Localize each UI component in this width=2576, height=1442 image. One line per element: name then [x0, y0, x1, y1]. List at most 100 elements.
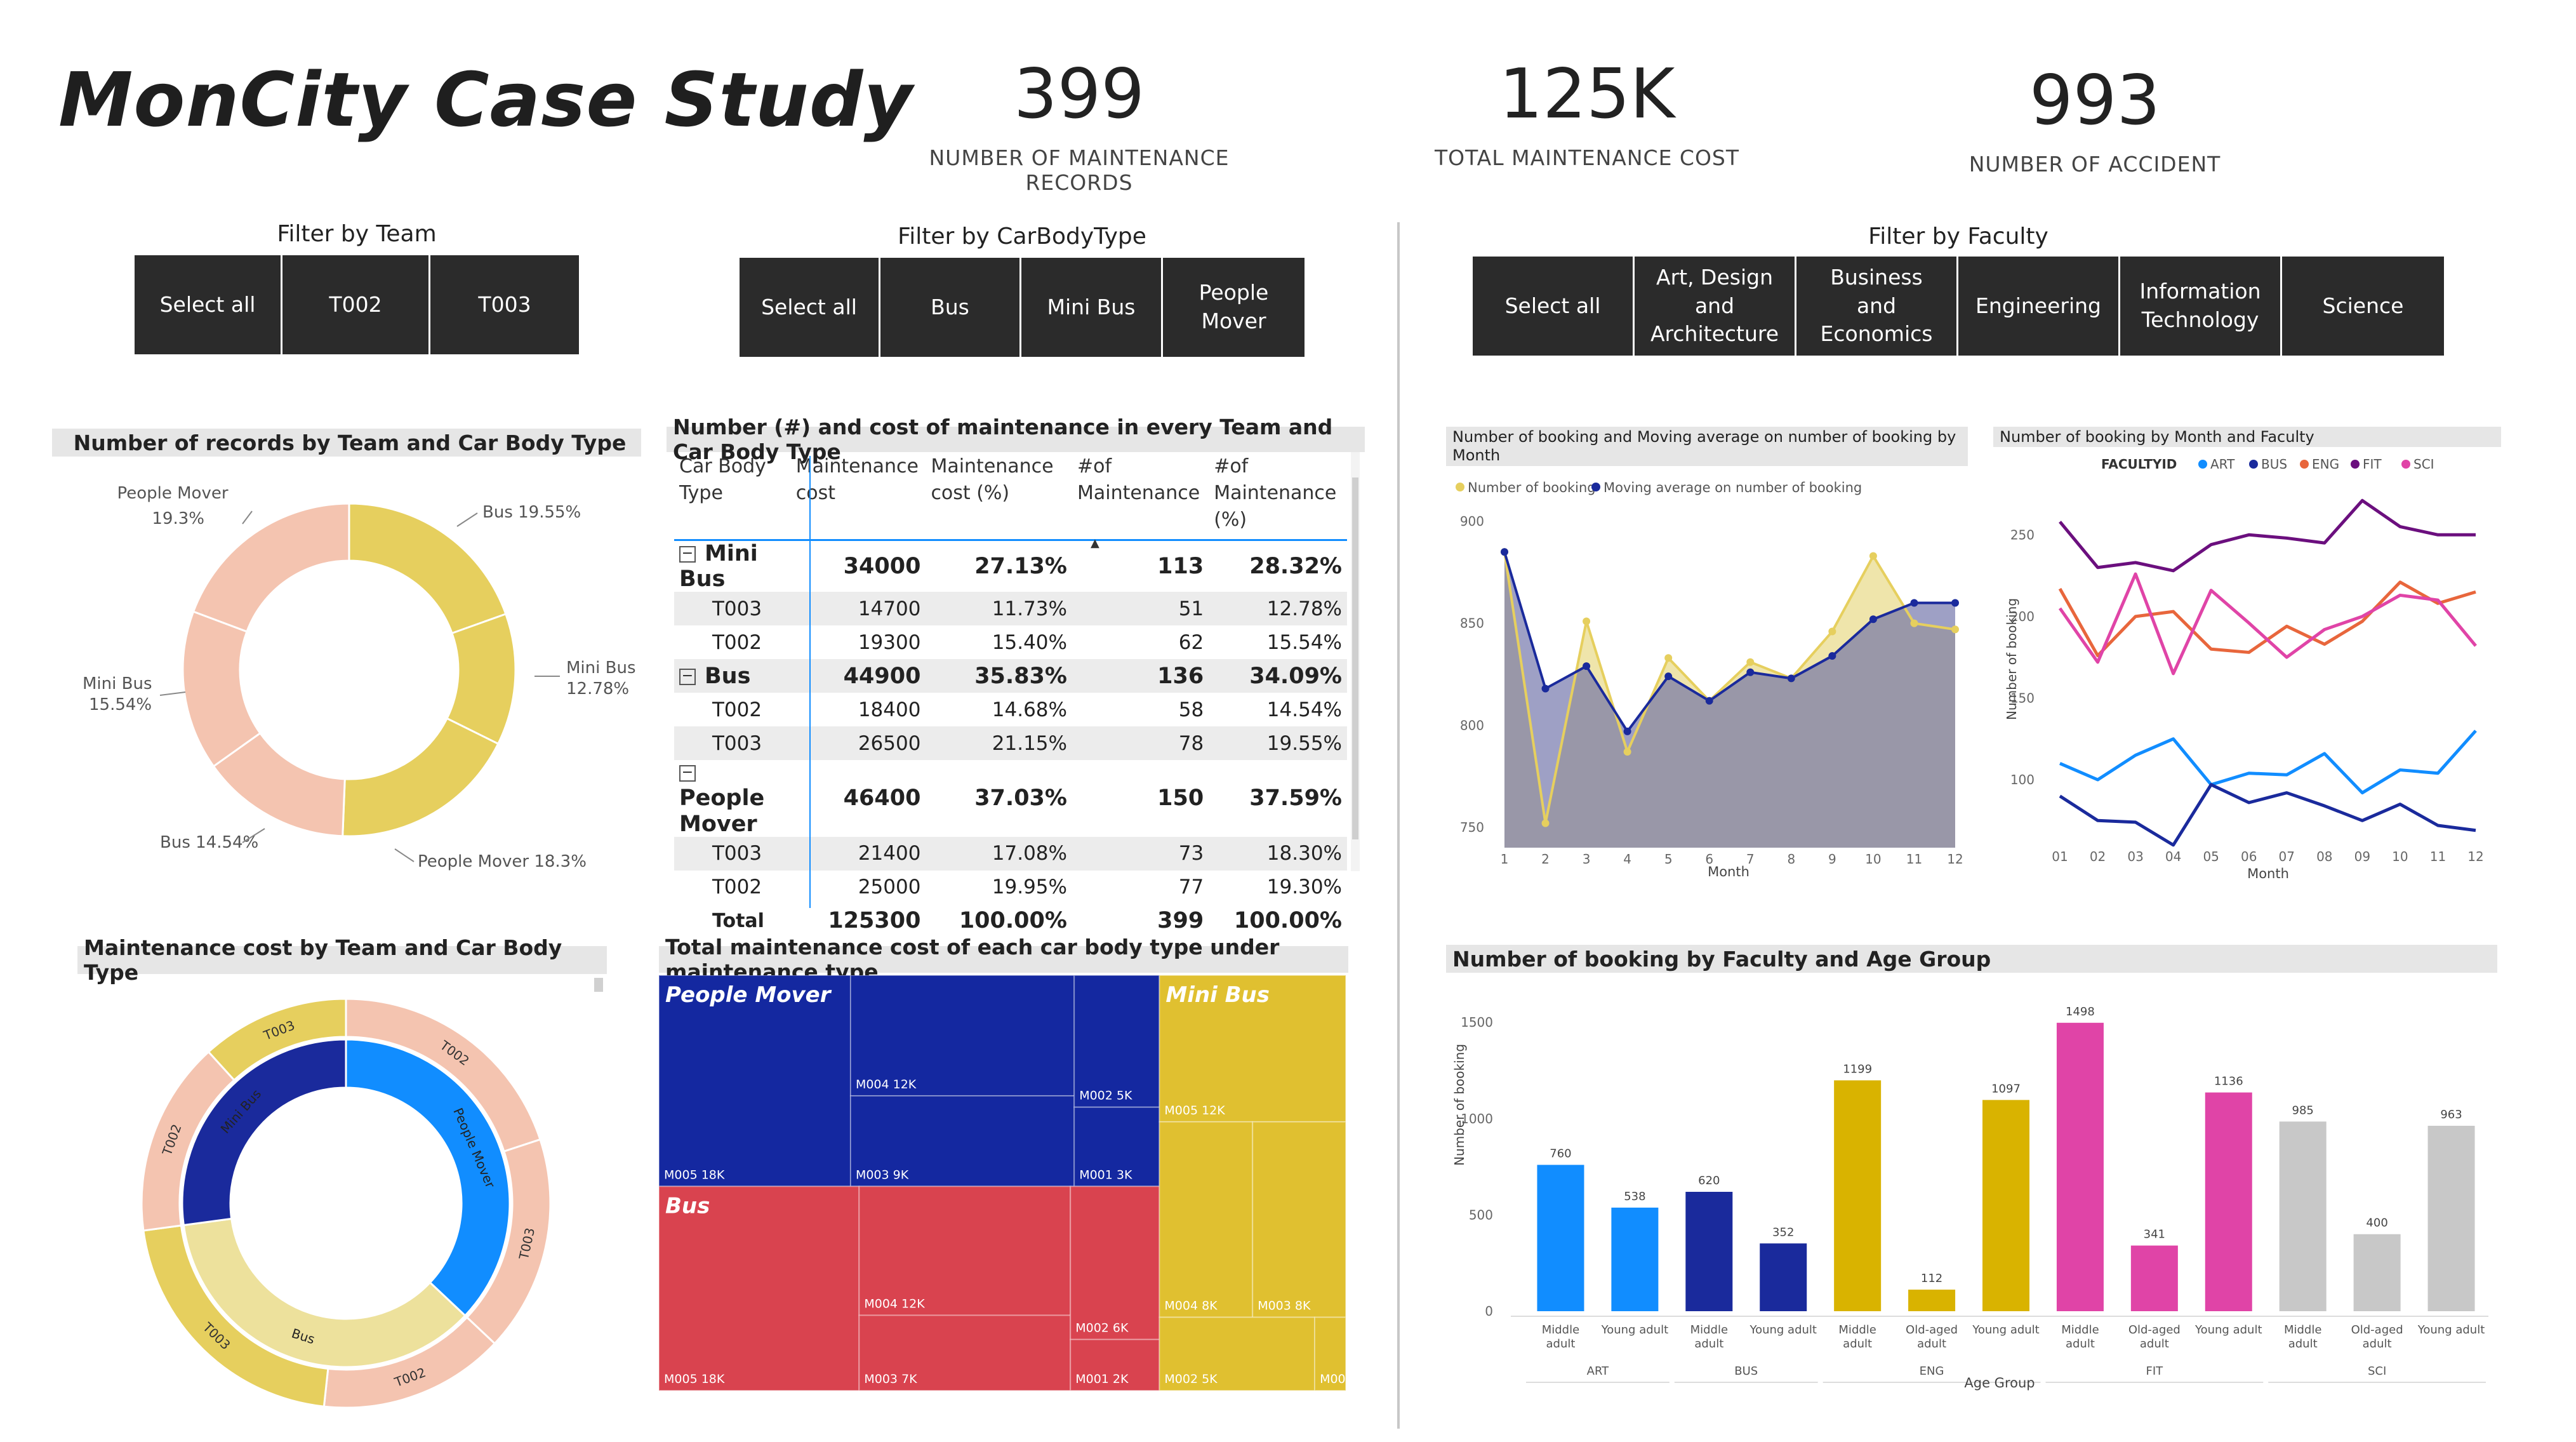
matrix-col-header[interactable]: #of Maintenance (%) — [1209, 453, 1347, 540]
matrix-col-header[interactable]: Car Body Type — [674, 453, 791, 540]
sunburst-title: Maintenance cost by Team and Car Body Ty… — [77, 935, 607, 985]
filter-carbody-mini-bus[interactable]: Mini Bus — [1021, 258, 1163, 357]
table-row: T002 25000 19.95% 77 19.30% — [674, 871, 1347, 904]
filter-carbody-people-mover[interactable]: People Mover — [1163, 258, 1305, 357]
point-moving-avg — [1910, 599, 1918, 607]
matrix-row-label: T003 — [674, 592, 791, 625]
point-booking — [1869, 552, 1877, 560]
cell: 12.78% — [1209, 592, 1347, 625]
x-tick-label: 2 — [1541, 851, 1550, 867]
filter-faculty-art[interactable]: Art, Design and Architecture — [1635, 257, 1796, 356]
cell: 25000 — [858, 876, 921, 899]
collapse-icon[interactable]: − — [679, 765, 696, 782]
cell: 14.54% — [1266, 698, 1342, 721]
filter-faculty-it[interactable]: Information Technology — [2120, 257, 2282, 356]
bar-value-label: 341 — [2144, 1228, 2165, 1241]
cell: 19.95% — [992, 876, 1067, 899]
faculty-group-label: BUS — [1734, 1365, 1758, 1378]
y-tick-label: 800 — [1460, 718, 1484, 733]
x-tick-label: 12 — [2467, 849, 2483, 864]
x-tick-label: 08 — [2316, 849, 2332, 864]
point-moving-avg — [1787, 674, 1795, 683]
treemap-cell-label: M002 6K — [1075, 1321, 1129, 1335]
treemap-group-label: Mini Bus — [1165, 982, 1270, 1008]
table-row: T003 26500 21.15% 78 19.55% — [674, 726, 1347, 760]
filter-faculty-business[interactable]: Business and Economics — [1796, 257, 1958, 356]
x-tick-label: 8 — [1787, 851, 1795, 867]
filter-team-t003[interactable]: T003 — [430, 255, 579, 354]
treemap-cell-label: M001 2K — [1075, 1372, 1129, 1386]
y-tick-label: 100 — [2010, 772, 2035, 787]
filter-carbody-title: Filter by CarBodyType — [898, 224, 1146, 250]
sunburst-scroll-indicator[interactable] — [594, 978, 603, 992]
matrix-col-header[interactable]: #of Maintenance — [1072, 453, 1209, 540]
matrix-row-label[interactable]: − Bus — [674, 659, 791, 693]
cell: 19300 — [858, 631, 921, 654]
cell: 26500 — [790, 726, 926, 760]
bar-value-label: 1097 — [1991, 1082, 2021, 1095]
x-tick-label: adult — [2140, 1337, 2169, 1351]
filter-faculty-select-all[interactable]: Select all — [1473, 257, 1635, 356]
x-tick-label: 5 — [1664, 851, 1673, 867]
cell: 21.15% — [926, 726, 1072, 760]
x-tick-label: 02 — [2090, 849, 2106, 864]
x-tick-label: Young adult — [2417, 1323, 2485, 1337]
table-row-total: Total 125300 100.00% 399 100.00% — [674, 904, 1347, 938]
filter-faculty-science[interactable]: Science — [2282, 257, 2444, 356]
x-tick-label: Middle — [2284, 1323, 2321, 1337]
filter-team-title: Filter by Team — [277, 221, 437, 247]
cell: 399 — [1157, 908, 1204, 934]
filter-carbody-select-all[interactable]: Select all — [740, 258, 880, 357]
legend-label: SCI — [2413, 457, 2434, 472]
section-divider — [1397, 222, 1400, 1429]
bar — [1982, 1100, 2029, 1311]
matrix-scroll-thumb[interactable] — [1352, 477, 1358, 839]
legend-label: ENG — [2312, 457, 2339, 472]
table-row: T003 14700 11.73% 51 12.78% — [674, 592, 1347, 625]
bar — [1685, 1192, 1733, 1311]
legend-marker — [2198, 460, 2207, 469]
filter-carbody-bus[interactable]: Bus — [880, 258, 1021, 357]
cell: 17.08% — [926, 836, 1072, 871]
y-tick-label: 850 — [1460, 616, 1484, 631]
filter-team-select-all[interactable]: Select all — [135, 255, 282, 354]
cell: 100.00% — [959, 908, 1067, 934]
bar-value-label: 1498 — [2066, 1005, 2095, 1018]
x-tick-label: Middle — [1690, 1323, 1728, 1337]
point-booking — [1623, 748, 1631, 756]
matrix-row-label[interactable]: − Mini Bus — [674, 540, 791, 592]
donut-label-mini-bus-yellow-1: Mini Bus — [566, 658, 635, 678]
treemap-cell-label: M003 7K — [864, 1372, 917, 1386]
cell: 18.30% — [1209, 836, 1347, 871]
treemap-group-label: Bus — [665, 1193, 710, 1218]
treemap-cell-label: M004 12K — [856, 1078, 917, 1092]
x-tick-label: adult — [1694, 1337, 1723, 1351]
matrix-col-header[interactable]: Maintenance cost (%) — [926, 453, 1072, 540]
x-axis-title: Month — [1708, 864, 1749, 879]
x-tick-label: Young adult — [1972, 1323, 2040, 1337]
cell: 150 — [1157, 785, 1204, 811]
treemap-cell-label: M002 5K — [1164, 1372, 1218, 1386]
filter-team-t002[interactable]: T002 — [282, 255, 430, 354]
collapse-icon[interactable]: − — [679, 546, 696, 563]
cell: 35.83% — [926, 659, 1072, 693]
matrix-row-label[interactable]: −People Mover — [674, 760, 791, 837]
sort-arrow-icon[interactable]: ▲ — [1091, 537, 1099, 550]
bar-value-label: 985 — [2292, 1104, 2314, 1117]
treemap-title: Total maintenance cost of each car body … — [659, 935, 1348, 984]
point-moving-avg — [1583, 662, 1591, 671]
bar-value-label: 1136 — [2214, 1075, 2243, 1088]
cell: 136 — [1072, 659, 1209, 693]
matrix-col-header[interactable]: Maintenance cost — [791, 453, 926, 540]
bar-value-label: 400 — [2366, 1217, 2387, 1230]
x-tick-label: 9 — [1828, 851, 1836, 867]
x-tick-label: 01 — [2052, 849, 2068, 864]
bar — [2353, 1234, 2401, 1311]
filter-faculty-engineering[interactable]: Engineering — [1958, 257, 2120, 356]
page-title: MonCity Case Study — [58, 56, 913, 144]
cell: 46400 — [843, 785, 921, 811]
collapse-icon[interactable]: − — [679, 668, 696, 685]
cell: 100.00% — [1233, 908, 1342, 934]
cell: 18400 — [858, 698, 921, 721]
matrix-scrollbar[interactable] — [1351, 452, 1360, 871]
